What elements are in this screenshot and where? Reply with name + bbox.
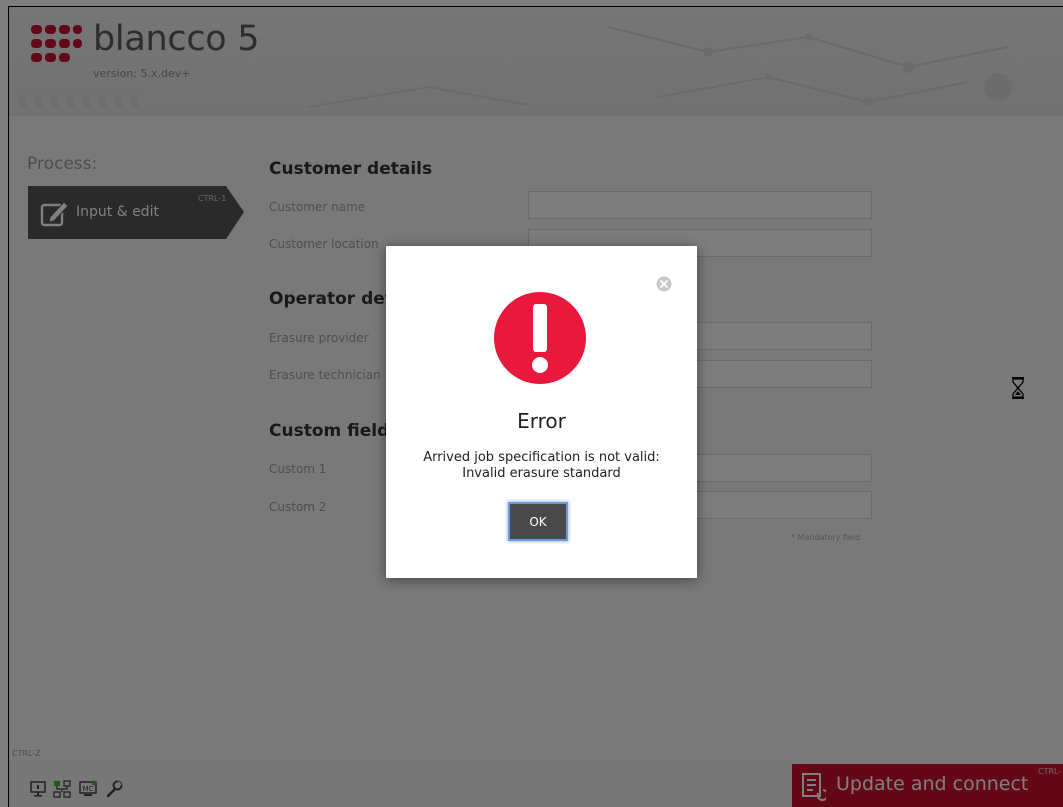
error-exclamation-icon: [494, 292, 586, 384]
close-icon[interactable]: [656, 276, 672, 292]
dialog-message-line-1: Arrived job specification is not valid:: [423, 450, 660, 465]
dialog-message: Arrived job specification is not valid: …: [386, 450, 697, 482]
error-dialog: Error Arrived job specification is not v…: [386, 246, 697, 578]
ok-button[interactable]: OK: [510, 504, 566, 539]
dialog-message-line-2: Invalid erasure standard: [462, 466, 621, 481]
dialog-title: Error: [517, 409, 566, 433]
